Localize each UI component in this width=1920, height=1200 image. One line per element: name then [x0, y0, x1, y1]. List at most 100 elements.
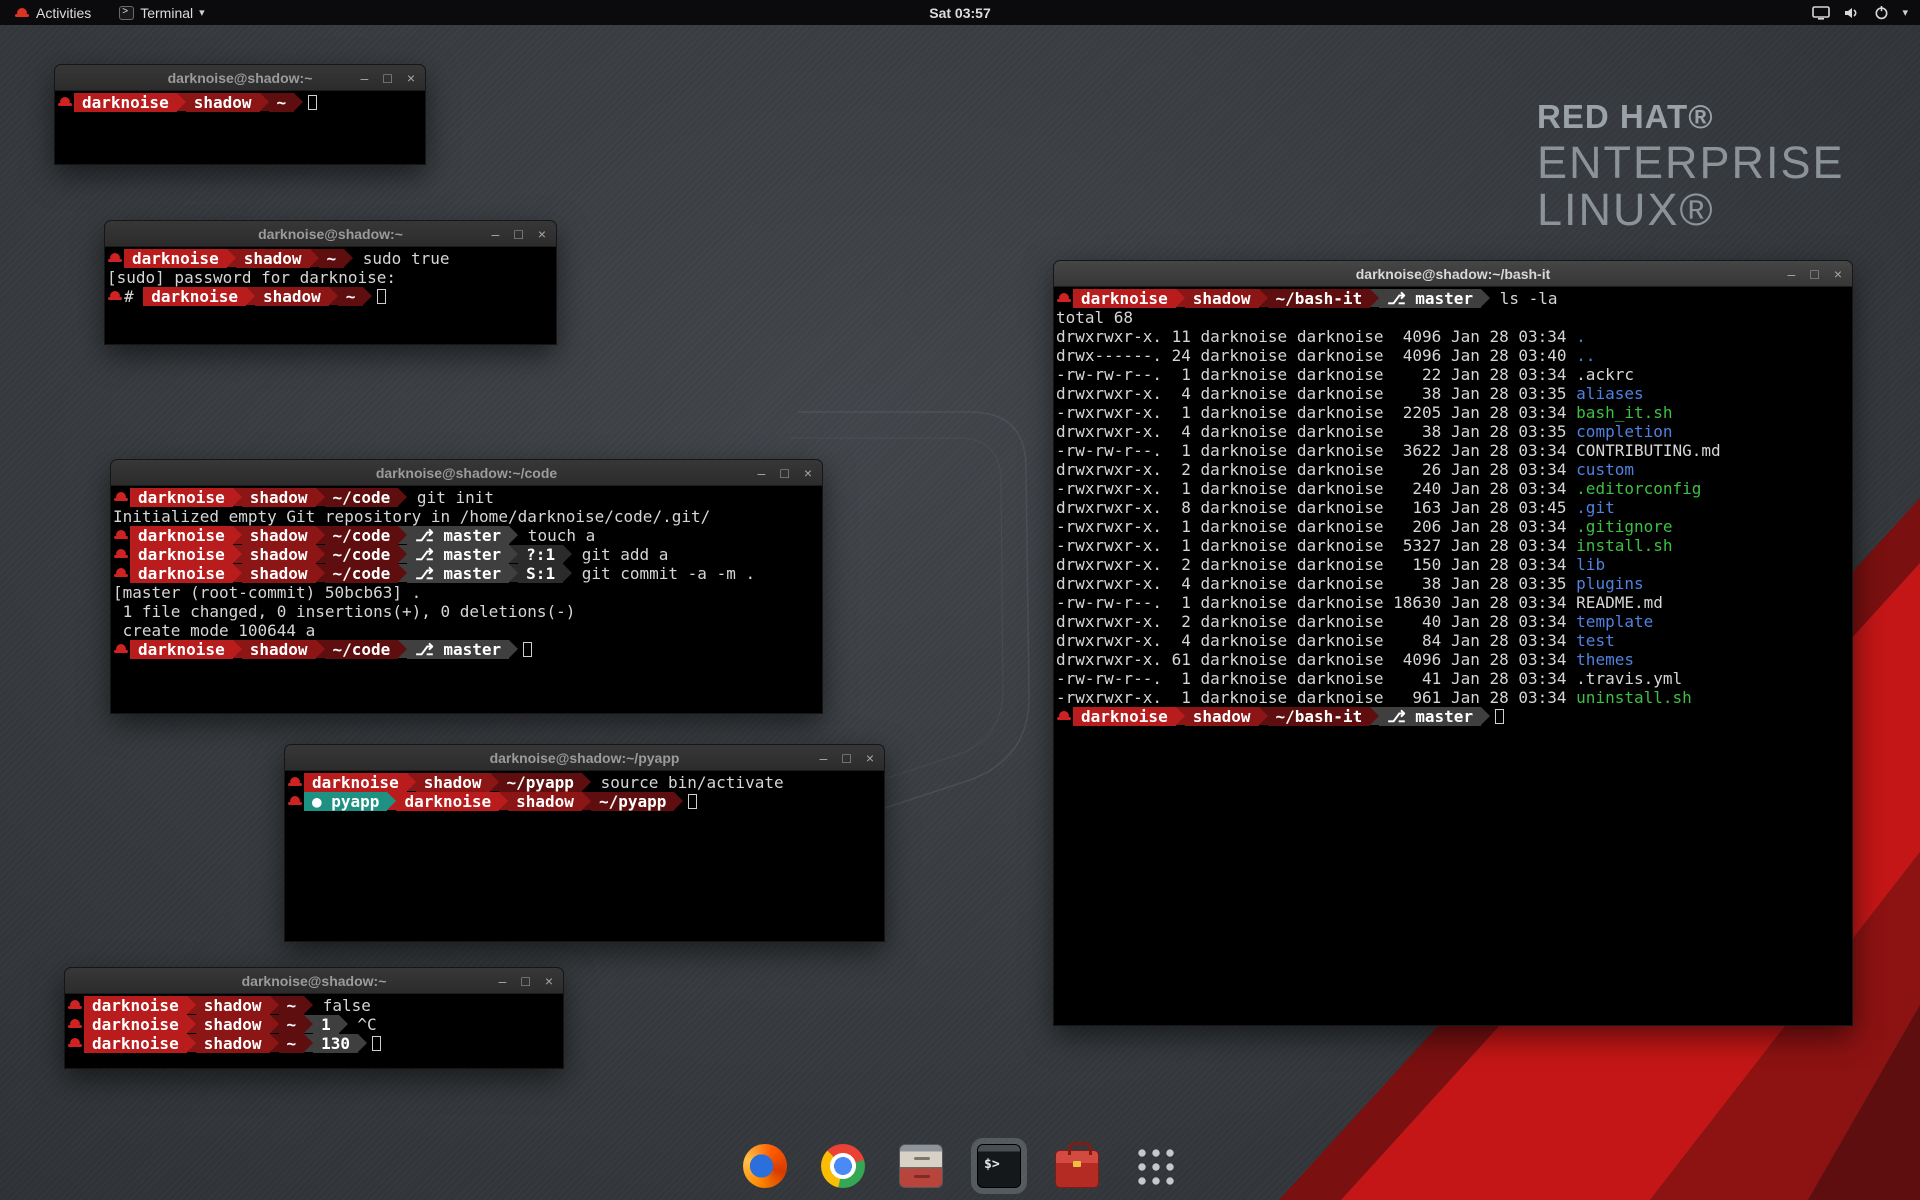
close-button[interactable]: ×	[545, 974, 553, 988]
terminal-cursor	[688, 794, 697, 809]
minimize-button[interactable]: –	[1788, 267, 1796, 281]
prompt-segment: ⎇ master	[1379, 289, 1481, 308]
terminal-line: -rw-rw-r--. 1 darknoise darknoise 41 Jan…	[1056, 669, 1852, 688]
terminal-window-bash-it[interactable]: darknoise@shadow:~/bash-it – □ × darknoi…	[1053, 260, 1853, 1026]
minimize-button[interactable]: –	[499, 974, 507, 988]
redhat-prompt-icon	[113, 488, 130, 507]
minimize-button[interactable]: –	[758, 466, 766, 480]
terminal-text: -rw-rw-r--. 1 darknoise darknoise 41 Jan…	[1056, 669, 1576, 688]
terminal-text: git commit -a -m .	[572, 564, 755, 583]
prompt-segment: shadow	[186, 93, 260, 112]
maximize-button[interactable]: □	[383, 71, 391, 85]
terminal-cursor	[377, 289, 386, 304]
dock-item-toolbox[interactable]	[1049, 1138, 1105, 1194]
clock[interactable]: Sat 03:57	[929, 5, 990, 21]
close-button[interactable]: ×	[866, 751, 874, 765]
terminal-window-code[interactable]: darknoise@shadow:~/code – □ × darknoises…	[110, 459, 823, 714]
powerline-arrow-icon	[398, 526, 407, 544]
terminal-line: total 68	[1056, 308, 1852, 327]
powerline-arrow-icon	[1259, 289, 1268, 307]
terminal-text: total 68	[1056, 308, 1133, 327]
terminal-content[interactable]: darknoiseshadow~ falsedarknoiseshadow~1 …	[65, 994, 563, 1053]
terminal-window-pyapp[interactable]: darknoise@shadow:~/pyapp – □ × darknoise…	[284, 744, 885, 942]
powerline-arrow-icon	[227, 249, 236, 267]
terminal-text: -rwxrwxr-x. 1 darknoise darknoise 2205 J…	[1056, 403, 1576, 422]
prompt-segment: darknoise	[1073, 289, 1176, 308]
terminal-content[interactable]: darknoiseshadow~/bash-it⎇ master ls -lat…	[1054, 287, 1852, 726]
terminal-line: darknoiseshadow~/code git init	[113, 488, 822, 507]
terminal-content[interactable]: darknoiseshadow~/pyapp source bin/activa…	[285, 771, 884, 811]
dock-item-chrome[interactable]	[815, 1138, 871, 1194]
powerline-arrow-icon	[1481, 707, 1490, 725]
powerline-arrow-icon	[294, 93, 303, 111]
terminal-line: darknoiseshadow~	[57, 93, 425, 112]
system-status-area[interactable]: ▾	[1812, 5, 1908, 20]
powerline-arrow-icon	[339, 1015, 348, 1033]
terminal-line: create mode 100644 a	[113, 621, 822, 640]
redhat-prompt-icon	[67, 1015, 84, 1034]
maximize-button[interactable]: □	[780, 466, 788, 480]
prompt-segment: darknoise	[396, 792, 499, 811]
close-button[interactable]: ×	[538, 227, 546, 241]
window-titlebar[interactable]: darknoise@shadow:~/code – □ ×	[111, 460, 822, 486]
minimize-button[interactable]: –	[820, 751, 828, 765]
activities-button[interactable]: Activities	[8, 0, 97, 25]
terminal-content[interactable]: darknoiseshadow~ sudo true[sudo] passwor…	[105, 247, 556, 306]
redhat-prompt-icon	[1056, 707, 1073, 726]
maximize-button[interactable]: □	[514, 227, 522, 241]
prompt-segment: ~	[319, 249, 345, 268]
dock-item-show-applications[interactable]	[1127, 1138, 1183, 1194]
close-button[interactable]: ×	[407, 71, 415, 85]
minimize-button[interactable]: –	[492, 227, 500, 241]
maximize-button[interactable]: □	[1810, 267, 1818, 281]
prompt-segment: ~/bash-it	[1268, 707, 1371, 726]
minimize-button[interactable]: –	[361, 71, 369, 85]
prompt-segment: shadow	[1185, 707, 1259, 726]
prompt-segment: darknoise	[130, 564, 233, 583]
prompt-segment: ⎇ master	[1379, 707, 1481, 726]
powerline-arrow-icon	[563, 545, 572, 563]
powerline-arrow-icon	[398, 640, 407, 658]
prompt-segment: ~	[279, 1015, 305, 1034]
close-button[interactable]: ×	[804, 466, 812, 480]
close-button[interactable]: ×	[1834, 267, 1842, 281]
powerline-arrow-icon	[509, 564, 518, 582]
window-titlebar[interactable]: darknoise@shadow:~ – □ ×	[65, 968, 563, 994]
logo-red-hat-text: RED HAT®	[1537, 100, 1845, 135]
display-icon	[1812, 6, 1830, 20]
terminal-window-sudo[interactable]: darknoise@shadow:~ – □ × darknoiseshadow…	[104, 220, 557, 345]
terminal-content[interactable]: darknoiseshadow~	[55, 91, 425, 112]
prompt-segment: ~	[338, 287, 364, 306]
app-menu-terminal[interactable]: Terminal ▾	[113, 0, 210, 25]
terminal-line: drwx------. 24 darknoise darknoise 4096 …	[1056, 346, 1852, 365]
window-titlebar[interactable]: darknoise@shadow:~ – □ ×	[55, 65, 425, 91]
powerline-arrow-icon	[398, 488, 407, 506]
favorites-dock	[737, 1138, 1183, 1194]
terminal-text: drwxrwxr-x. 2 darknoise darknoise 150 Ja…	[1056, 555, 1576, 574]
maximize-button[interactable]: □	[842, 751, 850, 765]
terminal-content[interactable]: darknoiseshadow~/code git initInitialize…	[111, 486, 822, 659]
window-titlebar[interactable]: darknoise@shadow:~/pyapp – □ ×	[285, 745, 884, 771]
dock-item-files[interactable]	[893, 1138, 949, 1194]
redhat-prompt-icon	[287, 773, 304, 792]
dock-item-firefox[interactable]	[737, 1138, 793, 1194]
prompt-segment: shadow	[196, 996, 270, 1015]
window-title: darknoise@shadow:~/pyapp	[490, 750, 680, 766]
powerline-arrow-icon	[582, 792, 591, 810]
redhat-prompt-icon	[113, 545, 130, 564]
prompt-segment: shadow	[416, 773, 490, 792]
terminal-line: -rw-rw-r--. 1 darknoise darknoise 3622 J…	[1056, 441, 1852, 460]
prompt-segment: shadow	[242, 545, 316, 564]
terminal-window-home-1[interactable]: darknoise@shadow:~ – □ × darknoiseshadow…	[54, 64, 426, 165]
window-titlebar[interactable]: darknoise@shadow:~ – □ ×	[105, 221, 556, 247]
terminal-app-icon	[119, 6, 134, 20]
maximize-button[interactable]: □	[521, 974, 529, 988]
powerline-arrow-icon	[316, 488, 325, 506]
dock-item-terminal[interactable]	[971, 1138, 1027, 1194]
terminal-window-home-2[interactable]: darknoise@shadow:~ – □ × darknoiseshadow…	[64, 967, 564, 1069]
prompt-segment: shadow	[196, 1034, 270, 1053]
powerline-arrow-icon	[407, 773, 416, 791]
window-titlebar[interactable]: darknoise@shadow:~/bash-it – □ ×	[1054, 261, 1852, 287]
redhat-logo-icon	[14, 5, 30, 21]
window-title: darknoise@shadow:~	[258, 226, 403, 242]
